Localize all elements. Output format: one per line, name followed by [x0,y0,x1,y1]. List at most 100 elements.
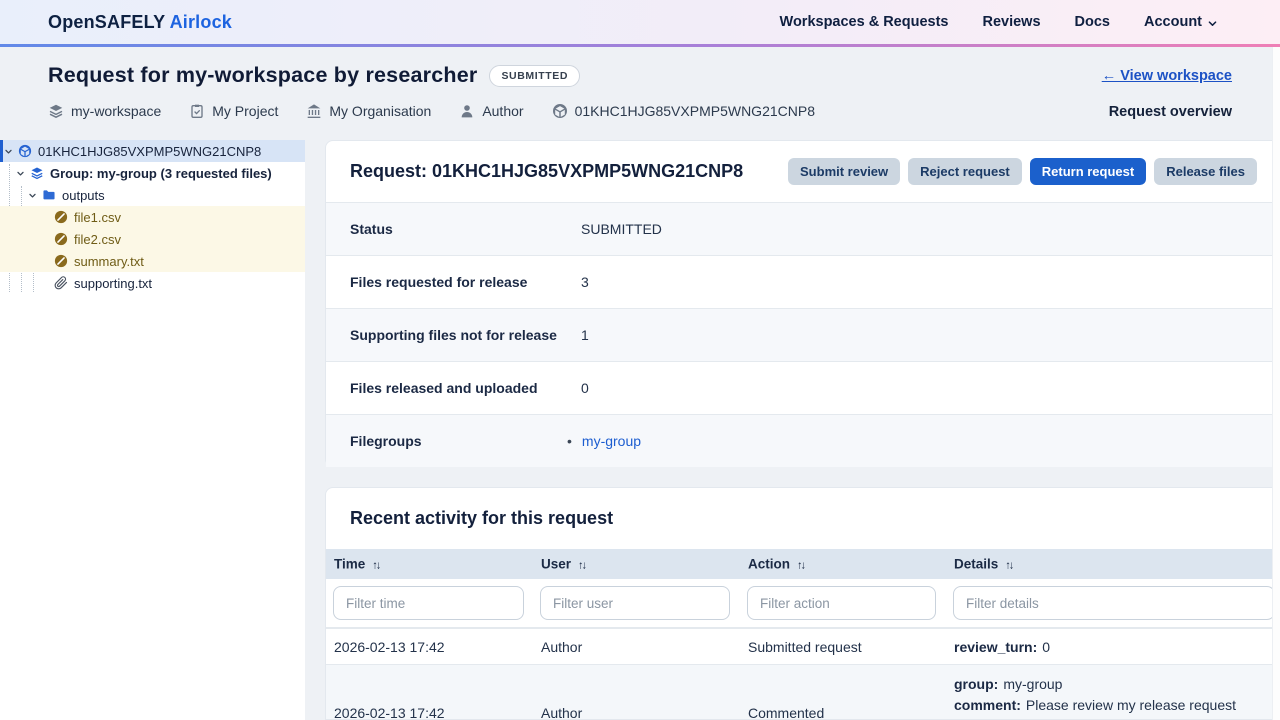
request-icon [18,144,32,158]
nav-account-label: Account [1144,14,1202,30]
detail-label: Filegroups [350,433,422,449]
detail-row-supporting-files: Supporting files not for release 1 [326,308,1280,361]
under-review-icon [54,254,68,268]
view-workspace-link[interactable]: ← View workspace [1102,68,1232,84]
paperclip-icon [54,276,68,290]
meta-author-label: Author [482,103,523,119]
nav-account-menu[interactable]: Account [1144,14,1218,30]
nav-workspaces-requests[interactable]: Workspaces & Requests [780,14,949,30]
detail-row-filegroups: Filegroups •my-group [326,414,1280,467]
request-overview-label: Request overview [1109,104,1232,120]
activity-row: 2026-02-13 17:42 Author Submitted reques… [326,628,1280,664]
column-header-time[interactable]: Time↑↓ [334,557,379,572]
tree-item-label: Group: my-group (3 requested files) [50,166,272,181]
tree-item-request-root[interactable]: 01KHC1HJG85VXPMP5WNG21CNP8 [0,140,305,162]
filter-user-input[interactable] [540,586,730,620]
meta-organisation-label: My Organisation [329,103,431,119]
folder-icon [42,188,56,202]
detail-row-files-requested: Files requested for release 3 [326,255,1280,308]
layers-icon [48,103,64,119]
tree-item-supporting[interactable]: supporting.txt [0,272,305,294]
tree-item-label: file1.csv [74,210,121,225]
detail-row-files-released: Files released and uploaded 0 [326,361,1280,414]
submit-review-button[interactable]: Submit review [788,158,900,185]
chevron-down-icon[interactable] [28,191,37,200]
nav-reviews[interactable]: Reviews [982,14,1040,30]
tree-item-label: 01KHC1HJG85VXPMP5WNG21CNP8 [38,144,261,159]
meta-project-label: My Project [212,103,278,119]
activity-time: 2026-02-13 17:42 [334,665,445,720]
filter-time-input[interactable] [333,586,524,620]
filter-action-input[interactable] [747,586,936,620]
activity-details: group:my-group comment:Please review my … [954,674,1236,720]
scrollbar-track[interactable] [1272,47,1280,720]
meta-organisation: My Organisation [306,103,431,119]
chevron-down-icon[interactable] [16,169,25,178]
meta-project: My Project [189,103,278,119]
activity-details: review_turn:0 [954,629,1050,664]
tree-item-label: file2.csv [74,232,121,247]
tree-item-outputs-folder[interactable]: outputs [0,184,305,206]
activity-user: Author [541,665,582,720]
filegroup-link[interactable]: my-group [582,433,641,449]
organisation-icon [306,103,322,119]
tree-item-file1[interactable]: file1.csv [0,206,305,228]
sort-icon[interactable]: ↑↓ [372,560,379,572]
under-review-icon [54,210,68,224]
activity-row: 2026-02-13 17:42 Author Commented group:… [326,664,1280,720]
page-title: Request for my-workspace by researcher [48,63,477,88]
tree-item-label: outputs [62,188,105,203]
file-tree-sidebar: 01KHC1HJG85VXPMP5WNG21CNP8 Group: my-gro… [0,140,305,720]
column-header-action[interactable]: Action↑↓ [748,557,804,572]
sort-icon[interactable]: ↑↓ [797,560,804,572]
detail-label: Status [350,221,393,237]
chevron-down-icon [1207,18,1218,29]
layers-icon [30,166,44,180]
chevron-down-icon[interactable] [4,147,13,156]
meta-author: Author [459,103,523,119]
tree-item-file2[interactable]: file2.csv [0,228,305,250]
airlock-app: OpenSAFELY Airlock Workspaces & Requests… [0,0,1280,720]
meta-request-id: 01KHC1HJG85VXPMP5WNG21CNP8 [552,103,815,119]
sort-icon[interactable]: ↑↓ [578,560,585,572]
release-files-button[interactable]: Release files [1154,158,1257,185]
tree-item-group[interactable]: Group: my-group (3 requested files) [0,162,305,184]
reject-request-button[interactable]: Reject request [908,158,1022,185]
activity-action: Commented [748,665,824,720]
nav-items: Workspaces & Requests Reviews Docs Accou… [780,14,1218,30]
brand-airlock: Airlock [170,12,232,32]
activity-user: Author [541,629,582,664]
activity-time: 2026-02-13 17:42 [334,629,445,664]
activity-table-header: Time↑↓ User↑↓ Action↑↓ Details↑↓ [326,549,1280,579]
under-review-icon [54,232,68,246]
list-bullet: • [567,433,572,449]
return-request-button[interactable]: Return request [1030,158,1146,185]
brand-opensafely: OpenSAFELY [48,12,165,32]
top-nav: OpenSAFELY Airlock Workspaces & Requests… [0,0,1280,44]
tree-item-summary[interactable]: summary.txt [0,250,305,272]
request-card-header: Request: 01KHC1HJG85VXPMP5WNG21CNP8 Subm… [326,141,1280,202]
meta-request-id-label: 01KHC1HJG85VXPMP5WNG21CNP8 [575,103,815,119]
activity-card-header: Recent activity for this request [326,488,1280,549]
brand-logo[interactable]: OpenSAFELY Airlock [48,12,232,33]
detail-value: 0 [581,380,589,396]
detail-row-status: Status SUBMITTED [326,202,1280,255]
meta-workspace: my-workspace [48,103,161,119]
status-badge: SUBMITTED [489,65,580,87]
nav-docs[interactable]: Docs [1075,14,1110,30]
title-row: Request for my-workspace by researcher S… [48,63,580,88]
filter-details-input[interactable] [953,586,1275,620]
tree-item-label: summary.txt [74,254,144,269]
sort-icon[interactable]: ↑↓ [1005,560,1012,572]
request-icon [552,103,568,119]
column-header-user[interactable]: User↑↓ [541,557,585,572]
detail-value: •my-group [581,433,641,449]
author-icon [459,103,475,119]
page-header: Request for my-workspace by researcher S… [0,47,1280,140]
recent-activity-card: Recent activity for this request Time↑↓ … [325,487,1280,720]
column-header-details[interactable]: Details↑↓ [954,557,1012,572]
detail-value: 3 [581,274,589,290]
detail-label: Supporting files not for release [350,327,557,343]
project-icon [189,103,205,119]
detail-value: 1 [581,327,589,343]
